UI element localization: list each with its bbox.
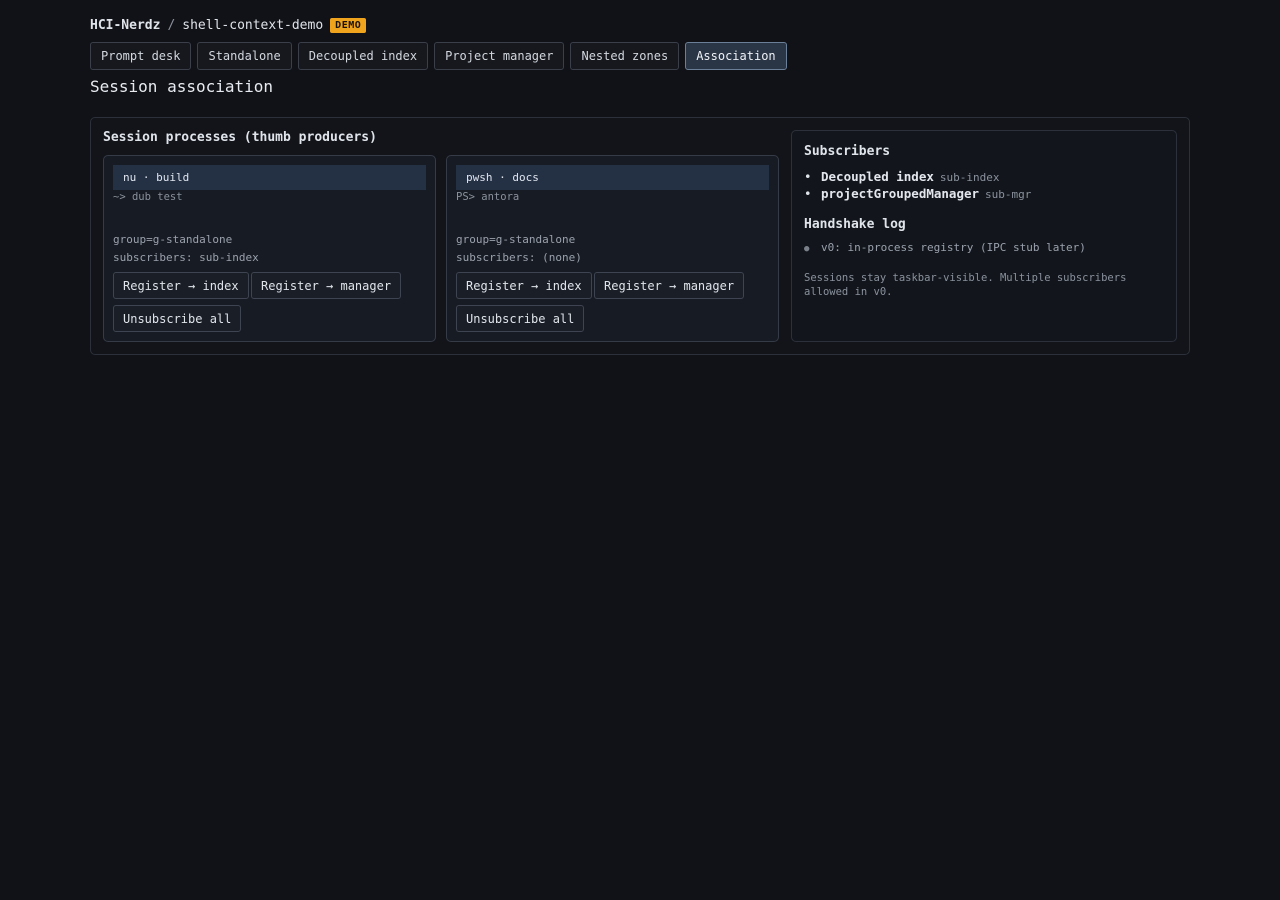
process-subscribers: subscribers: sub-index [113, 251, 259, 264]
breadcrumb-repo[interactable]: shell-context-demo [182, 18, 323, 33]
tab-bar: Prompt desk Standalone Decoupled index P… [90, 42, 793, 70]
tab-prompt-desk[interactable]: Prompt desk [90, 42, 192, 70]
subscriber-id: sub-mgr [985, 188, 1032, 201]
session-association-panel: Session processes (thumb producers) nu ·… [90, 117, 1190, 355]
subscribers-title: Subscribers [804, 144, 891, 159]
log-item: ● v0: in-process registry (IPC stub late… [804, 241, 1086, 254]
tab-nested-zones[interactable]: Nested zones [570, 42, 680, 70]
demo-badge: DEMO [330, 17, 367, 33]
subscribers-note: Sessions stay taskbar-visible. Multiple … [804, 272, 1127, 298]
log-item-text: v0: in-process registry (IPC stub later) [821, 241, 1086, 254]
register-index-button[interactable]: Register → index [113, 272, 249, 299]
bullet-icon: ● [804, 244, 810, 254]
process-command: ~> dub test [113, 191, 183, 203]
process-command: PS> antora [456, 191, 520, 203]
unsubscribe-all-button[interactable]: Unsubscribe all [113, 305, 242, 332]
bullet-icon: • [804, 186, 812, 201]
processes-panel-title: Session processes (thumb producers) [103, 130, 377, 145]
unsubscribe-all-button[interactable]: Unsubscribe all [456, 305, 585, 332]
subscriber-item: • projectGroupedManager sub-mgr [804, 186, 1031, 203]
register-index-button[interactable]: Register → index [456, 272, 592, 299]
process-card-nu-build: nu · build ~> dub test group=g-standalon… [103, 155, 436, 342]
process-group: group=g-standalone [456, 233, 576, 246]
breadcrumb: HCI-Nerdz / shell-context-demo DEMO [90, 16, 367, 34]
tab-association[interactable]: Association [685, 42, 787, 70]
process-card-pwsh-docs: pwsh · docs PS> antora group=g-standalon… [446, 155, 779, 342]
page-title: Session association [90, 77, 274, 96]
bullet-icon: • [804, 169, 812, 184]
process-subscribers: subscribers: (none) [456, 251, 582, 264]
subscriber-item: • Decoupled index sub-index [804, 169, 1031, 186]
process-header: pwsh · docs [456, 165, 769, 190]
register-manager-button[interactable]: Register → manager [594, 272, 745, 299]
handshake-log-list: ● v0: in-process registry (IPC stub late… [804, 241, 1086, 254]
breadcrumb-org[interactable]: HCI-Nerdz [90, 18, 160, 33]
register-manager-button[interactable]: Register → manager [251, 272, 402, 299]
handshake-log-title: Handshake log [804, 217, 906, 232]
subscriber-name: projectGroupedManager [821, 186, 980, 201]
tab-standalone[interactable]: Standalone [197, 42, 292, 70]
tab-decoupled-index[interactable]: Decoupled index [297, 42, 429, 70]
process-header: nu · build [113, 165, 426, 190]
subscribers-list: • Decoupled index sub-index • projectGro… [804, 169, 1031, 203]
breadcrumb-separator: / [167, 17, 176, 33]
subscriber-name: Decoupled index [821, 169, 934, 184]
tab-project-manager[interactable]: Project manager [434, 42, 565, 70]
subscribers-panel: Subscribers • Decoupled index sub-index … [791, 130, 1177, 342]
process-group: group=g-standalone [113, 233, 233, 246]
subscriber-id: sub-index [939, 171, 1000, 184]
